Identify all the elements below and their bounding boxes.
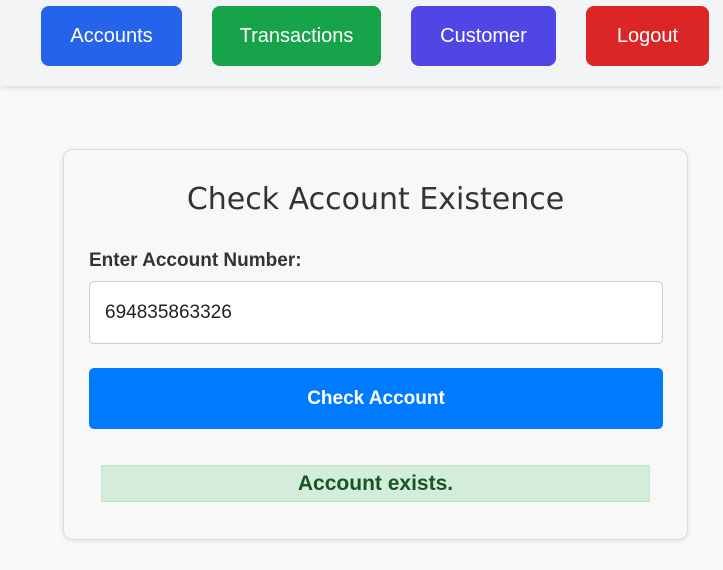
page-title: Check Account Existence	[186, 182, 565, 217]
account-number-label: Enter Account Number:	[89, 250, 302, 271]
check-account-button[interactable]: Check Account	[89, 368, 663, 429]
top-navigation-bar: Accounts Transactions Customer Logout	[0, 0, 723, 86]
account-exists-message: Account exists.	[101, 465, 650, 502]
account-number-input[interactable]	[89, 281, 663, 344]
accounts-button[interactable]: Accounts	[41, 6, 182, 66]
transactions-button[interactable]: Transactions	[212, 6, 381, 66]
check-account-card: Check Account Existence Enter Account Nu…	[63, 149, 688, 540]
customer-button[interactable]: Customer	[411, 6, 556, 66]
logout-button[interactable]: Logout	[586, 6, 709, 66]
